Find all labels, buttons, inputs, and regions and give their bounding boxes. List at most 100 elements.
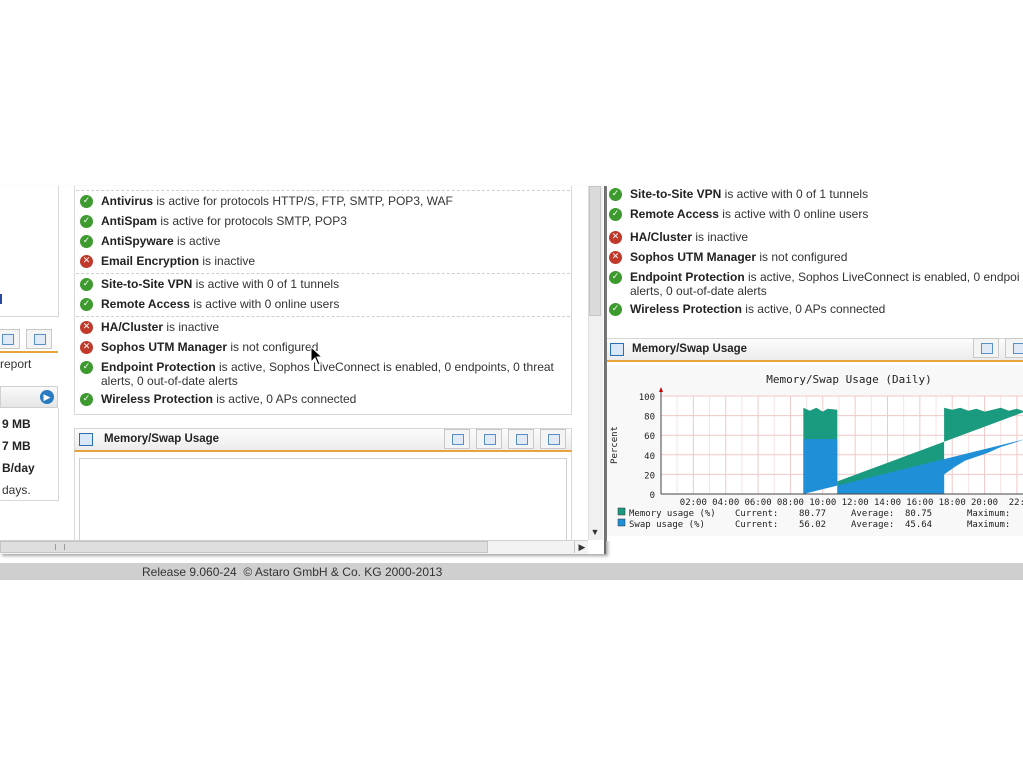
- left-status-text: AntiSpam is active for protocols SMTP, P…: [101, 214, 347, 228]
- status-ok-icon: ✓: [80, 235, 93, 248]
- legend-average-label: Average:: [851, 509, 894, 519]
- right-memory-panel-button-2[interactable]: [1005, 338, 1023, 358]
- swap-current-value: 56.02: [799, 520, 826, 530]
- x-tick-label: 12:00: [842, 498, 869, 508]
- x-tick-label: 20:00: [971, 498, 998, 508]
- left-window: report ▶ 9 MB 7 MB B/day days. ✓ Antiviru…: [0, 186, 606, 554]
- swap-legend-swatch: [617, 518, 626, 527]
- scroll-right-arrow-icon[interactable]: ▶: [574, 541, 589, 553]
- status-ok-icon: ✓: [80, 393, 93, 406]
- swap-value: 7 MB: [2, 439, 31, 453]
- status-error-icon: ✕: [80, 321, 93, 334]
- memory-panel-title: Memory/Swap Usage: [104, 433, 220, 445]
- status-error-icon: ✕: [609, 251, 622, 264]
- legend-current-label: Current:: [735, 520, 778, 530]
- x-tick-label: 14:00: [874, 498, 901, 508]
- left-status-text: Site-to-Site VPN is active with 0 of 1 t…: [101, 277, 340, 291]
- right-status-text: Remote Access is active with 0 online us…: [630, 207, 869, 221]
- memory-panel-button-4[interactable]: [540, 429, 566, 449]
- status-ok-icon: ✓: [80, 298, 93, 311]
- rate-value: B/day: [2, 461, 35, 475]
- right-memory-panel-button-1[interactable]: [973, 338, 999, 358]
- left-column-marker: [0, 294, 2, 304]
- right-status-text: Site-to-Site VPN is active with 0 of 1 t…: [630, 187, 869, 201]
- left-status-text: Email Encryption is inactive: [101, 254, 256, 268]
- status-error-icon: ✕: [80, 255, 93, 268]
- y-tick-label: 80: [644, 413, 655, 423]
- scrollbar-grip-icon: [55, 544, 65, 550]
- left-column-panel-top: [0, 186, 59, 317]
- status-error-icon: ✕: [80, 341, 93, 354]
- right-status-text: Sophos UTM Manager is not configured: [630, 250, 848, 264]
- right-panel-edit-icon[interactable]: [610, 343, 624, 356]
- status-ok-icon: ✓: [609, 271, 622, 284]
- x-tick-label: 18:00: [939, 498, 966, 508]
- status-separator: [76, 273, 570, 274]
- left-status-text: Sophos UTM Manager is not configured: [101, 340, 319, 354]
- status-ok-icon: ✓: [80, 361, 93, 374]
- days-text: days.: [2, 483, 31, 497]
- expand-arrow-icon[interactable]: ▶: [40, 390, 54, 404]
- x-tick-label: 02:00: [680, 498, 707, 508]
- horizontal-scrollbar-thumb[interactable]: [0, 541, 488, 553]
- mouse-cursor-icon: [310, 346, 324, 366]
- x-tick-label: 22:: [1009, 498, 1023, 508]
- right-status-text: HA/Cluster is inactive: [630, 230, 749, 244]
- status-error-icon: ✕: [609, 231, 622, 244]
- memory-current-value: 80.77: [799, 509, 826, 519]
- status-ok-icon: ✓: [609, 208, 622, 221]
- right-window: ✓ Site-to-Site VPN is active with 0 of 1 …: [605, 186, 1023, 541]
- report-link[interactable]: report: [0, 357, 31, 371]
- release-text: Release 9.060-24 © Astaro GmbH & Co. KG …: [142, 565, 443, 579]
- panel-edit-icon[interactable]: [79, 433, 93, 446]
- x-tick-label: 10:00: [809, 498, 836, 508]
- memory-swap-chart: Memory/Swap Usage (Daily) 0 20 40 60 80 100 02:…: [607, 366, 1023, 536]
- right-status-text: Wireless Protection is active, 0 APs con…: [630, 302, 886, 316]
- scroll-down-arrow-icon[interactable]: ▼: [589, 526, 601, 538]
- status-ok-icon: ✓: [80, 215, 93, 228]
- memory-value: 9 MB: [2, 417, 31, 431]
- left-column-button-2[interactable]: [26, 329, 52, 349]
- y-tick-label: 40: [644, 452, 655, 462]
- status-ok-icon: ✓: [609, 303, 622, 316]
- memory-average-value: 80.75: [905, 509, 932, 519]
- status-separator: [76, 316, 570, 317]
- status-ok-icon: ✓: [80, 278, 93, 291]
- legend-current-label: Current:: [735, 509, 778, 519]
- x-tick-label: 16:00: [906, 498, 933, 508]
- right-status-text: Endpoint Protection is active, Sophos Li…: [630, 270, 1020, 298]
- left-status-text: Antivirus is active for protocols HTTP/S…: [101, 194, 453, 208]
- x-tick-label: 04:00: [712, 498, 739, 508]
- memory-panel-button-3[interactable]: [508, 429, 534, 449]
- y-tick-label: 20: [644, 471, 655, 481]
- memory-chart-placeholder: [79, 458, 567, 542]
- left-status-text: AntiSpyware is active: [101, 234, 221, 248]
- vertical-scrollbar-thumb[interactable]: [589, 186, 601, 316]
- right-memory-panel-title: Memory/Swap Usage: [632, 343, 748, 355]
- x-tick-label: 06:00: [745, 498, 772, 508]
- status-ok-icon: ✓: [80, 195, 93, 208]
- y-tick-label: 60: [644, 432, 655, 442]
- swap-legend-label: Swap usage (%): [629, 520, 705, 530]
- legend-maximum-label: Maximum:: [967, 509, 1010, 519]
- y-tick-label: 0: [650, 491, 655, 501]
- left-status-text: Endpoint Protection is active, Sophos Li…: [101, 360, 554, 388]
- memory-legend-label: Memory usage (%): [629, 509, 716, 519]
- left-column-button-1[interactable]: [0, 329, 20, 349]
- swap-average-value: 45.64: [905, 520, 932, 530]
- status-ok-icon: ✓: [609, 188, 622, 201]
- chart-title: Memory/Swap Usage (Daily): [766, 373, 932, 386]
- legend-maximum-label: Maximum:: [967, 520, 1010, 530]
- left-column-divider: [0, 351, 58, 353]
- left-status-text: Wireless Protection is active, 0 APs con…: [101, 392, 357, 406]
- memory-panel-button-2[interactable]: [476, 429, 502, 449]
- y-tick-label: 100: [639, 393, 655, 403]
- left-status-text: Remote Access is active with 0 online us…: [101, 297, 340, 311]
- status-separator: [76, 190, 570, 191]
- legend-average-label: Average:: [851, 520, 894, 530]
- y-axis-label: Percent: [610, 426, 620, 464]
- memory-panel-button-1[interactable]: [444, 429, 470, 449]
- left-status-text: HA/Cluster is inactive: [101, 320, 220, 334]
- x-tick-label: 08:00: [777, 498, 804, 508]
- memory-legend-swatch: [617, 507, 626, 516]
